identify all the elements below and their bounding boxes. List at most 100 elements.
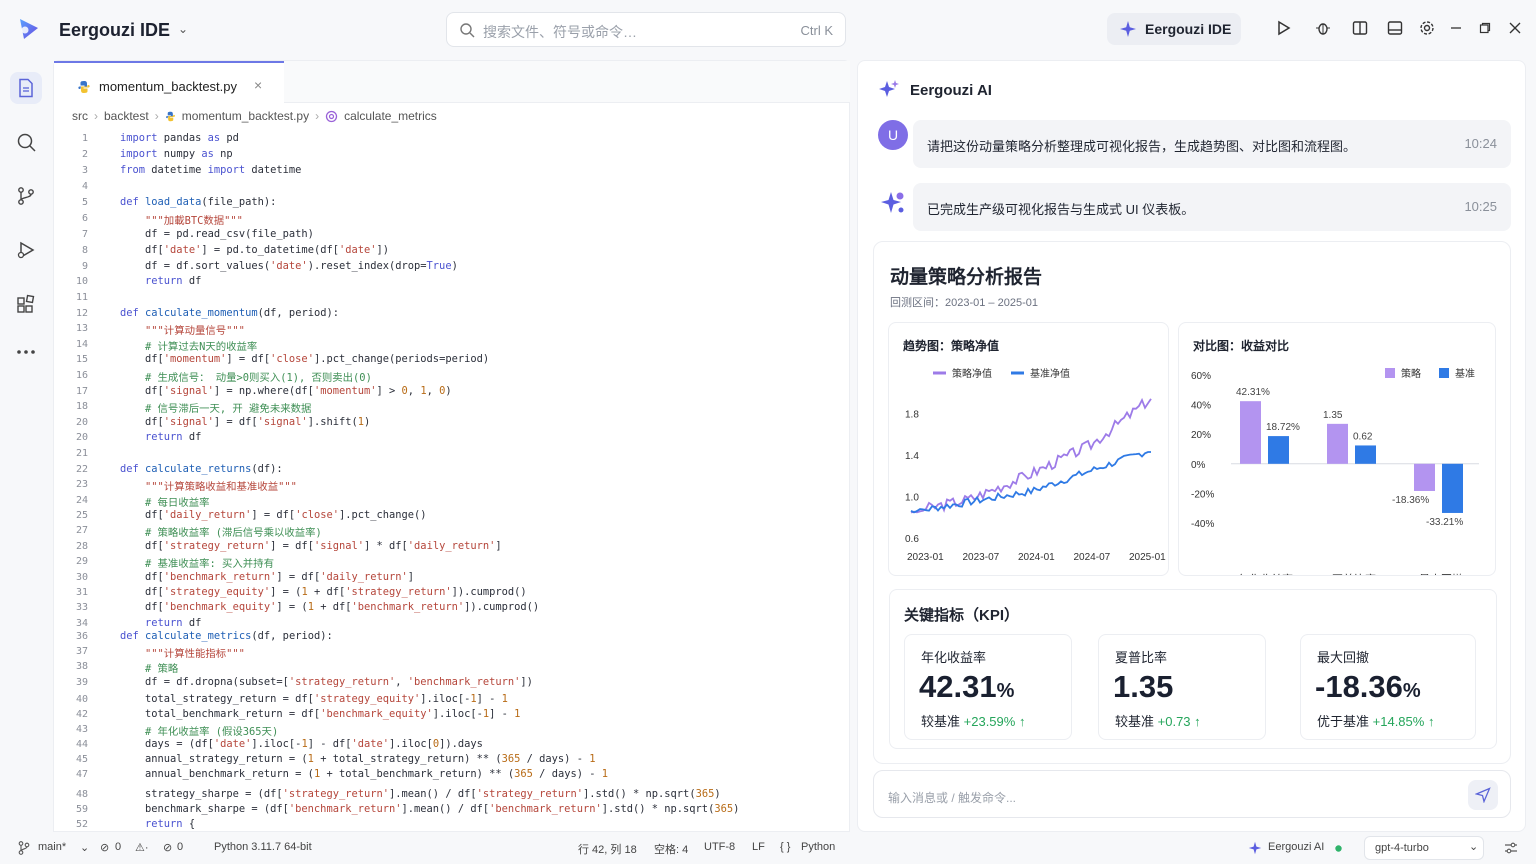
- chevron-right-icon: ›: [94, 109, 98, 123]
- settings-gear-icon[interactable]: [1417, 18, 1437, 38]
- trend-line-chart: 1.8 1.4 1.0 0.6 2023-01 2023-07 2024-01 2024-07…: [905, 367, 1166, 563]
- code-editor: momentum_backtest.py × src › backtest › mo…: [53, 60, 850, 832]
- code-line: return df: [145, 275, 202, 287]
- indentation[interactable]: 空格: 4: [654, 841, 688, 857]
- run-debug-icon[interactable]: [10, 234, 42, 266]
- user-avatar: U: [878, 120, 908, 150]
- app-logo-icon: [20, 19, 38, 39]
- line-number: 16: [75, 370, 88, 381]
- error-count[interactable]: 0: [115, 841, 121, 853]
- line-number: 7: [81, 229, 88, 240]
- python-file-icon: [78, 81, 90, 93]
- search-icon[interactable]: [10, 126, 42, 158]
- sparkle-icon: [1248, 841, 1262, 855]
- line-ending[interactable]: LF: [752, 841, 765, 853]
- split-editor-icon[interactable]: [1350, 18, 1370, 38]
- code-line: annual_strategy_return = (1 + total_stra…: [120, 753, 596, 765]
- chat-input[interactable]: 输入消息或 / 触发命令...: [873, 770, 1511, 818]
- code-line: annual_benchmark_return = (1 + total_ben…: [120, 768, 609, 780]
- adjust-settings-icon[interactable]: [1504, 841, 1518, 855]
- debug-icon[interactable]: [1313, 18, 1333, 38]
- breadcrumb-item[interactable]: momentum_backtest.py: [182, 109, 309, 123]
- line-number: 4: [81, 181, 88, 192]
- line-number: 25: [75, 510, 88, 521]
- line-number: 42: [75, 709, 88, 720]
- ports-icon[interactable]: ⊘: [163, 841, 172, 854]
- line-number: 38: [75, 661, 88, 672]
- minimize-icon[interactable]: [1446, 18, 1466, 38]
- toggle-panel-icon[interactable]: [1385, 18, 1405, 38]
- code-line: def calculate_momentum(df, period):: [120, 307, 339, 319]
- search-placeholder: 搜索文件、符号或命令…: [483, 24, 637, 40]
- ai-assistant-button[interactable]: Eergouzi IDE: [1107, 13, 1241, 45]
- bar: [1268, 436, 1289, 464]
- source-control-icon[interactable]: [10, 180, 42, 212]
- app-title: Eergouzi IDE: [59, 20, 171, 40]
- series-line-strategy: [910, 397, 1152, 514]
- line-number: 13: [75, 323, 88, 334]
- git-branch-icon: [18, 841, 30, 855]
- kpi-comparison: 较基准 +0.73 ↑: [1115, 714, 1201, 729]
- language-mode[interactable]: Python: [801, 841, 835, 853]
- line-number: 20: [75, 432, 88, 443]
- y-tick-label: 1.4: [905, 451, 919, 462]
- extensions-icon[interactable]: [10, 288, 42, 320]
- code-line: df['daily_return'] = df['close'].pct_cha…: [120, 509, 427, 521]
- code-line: # 计算过去N天的收益率: [145, 341, 258, 353]
- code-line: df = pd.read_csv(file_path): [120, 228, 314, 240]
- code-line: return {: [145, 818, 196, 830]
- command-search-input[interactable]: 搜索文件、符号或命令… Ctrl K: [446, 12, 846, 47]
- line-number: 3: [81, 165, 88, 176]
- code-line: """计算策略收益和基准收益""": [145, 481, 297, 493]
- run-icon[interactable]: [1273, 18, 1293, 38]
- ports-count[interactable]: 0: [177, 841, 183, 853]
- maximize-icon[interactable]: [1475, 18, 1495, 38]
- ai-status[interactable]: Eergouzi AI: [1268, 841, 1324, 853]
- file-encoding[interactable]: UTF-8: [704, 841, 735, 853]
- legend-swatch: [1385, 368, 1395, 378]
- git-branch[interactable]: main*: [38, 841, 66, 853]
- close-window-icon[interactable]: [1505, 18, 1525, 38]
- chart-title: 对比图：收益对比: [1193, 339, 1290, 353]
- breadcrumb-item[interactable]: calculate_metrics: [344, 109, 437, 123]
- search-shortcut: Ctrl K: [800, 23, 834, 38]
- python-interpreter[interactable]: Python 3.11.7 64-bit: [214, 841, 312, 853]
- y-tick-label: 40%: [1191, 401, 1211, 412]
- breadcrumb-item[interactable]: src: [72, 109, 88, 123]
- send-button[interactable]: [1468, 780, 1498, 810]
- chevron-down-icon[interactable]: ⌄: [178, 22, 188, 36]
- code-line: days = (df['date'].iloc[-1] - df['date']…: [120, 738, 483, 750]
- error-icon[interactable]: ⊘: [100, 841, 109, 854]
- legend-label: 基准: [1455, 367, 1475, 380]
- editor-tab[interactable]: momentum_backtest.py ×: [54, 61, 284, 103]
- legend-label: 策略净值: [952, 367, 992, 380]
- code-line: def calculate_returns(df):: [120, 463, 283, 475]
- code-line: # 每日收益率: [145, 497, 210, 509]
- line-number: 36: [75, 631, 88, 642]
- line-number: 29: [75, 556, 88, 567]
- python-file-icon: [165, 111, 175, 121]
- code-line: df['strategy_return'] = df['signal'] * d…: [120, 540, 502, 552]
- model-select[interactable]: gpt-4-turbo ⌄: [1364, 836, 1484, 860]
- bar: [1240, 401, 1261, 464]
- line-number: 30: [75, 572, 88, 583]
- kpi-name: 年化收益率: [921, 650, 987, 665]
- explorer-files-icon[interactable]: [10, 72, 42, 104]
- model-select-value: gpt-4-turbo: [1375, 842, 1429, 854]
- chevron-down-icon[interactable]: ⌄: [80, 841, 89, 854]
- tab-close-button[interactable]: ×: [254, 77, 262, 93]
- x-tick-label: 2023-07: [963, 552, 1000, 563]
- more-icon[interactable]: [10, 336, 42, 368]
- legend-swatch: [1439, 368, 1449, 378]
- status-bar: main* ⌄ ⊘ 0 ⚠· ⊘ 0 Python 3.11.7 64-bit …: [0, 832, 1536, 864]
- chart-title: 趋势图：策略净值: [903, 339, 1000, 353]
- warning-icon[interactable]: ⚠·: [135, 841, 149, 854]
- code-line: return df: [145, 617, 202, 629]
- breadcrumb-item[interactable]: backtest: [104, 109, 149, 123]
- cursor-position[interactable]: 行 42, 列 18: [578, 841, 637, 857]
- data-label: 1.35: [1323, 410, 1343, 421]
- braces-icon: { }: [780, 841, 791, 853]
- line-number: 10: [75, 276, 88, 287]
- line-number: 24: [75, 495, 88, 506]
- trend-chart-card: 趋势图：策略净值 1.8 1.4 1.0 0.6 2023-01 2023-07 2024-…: [888, 322, 1169, 576]
